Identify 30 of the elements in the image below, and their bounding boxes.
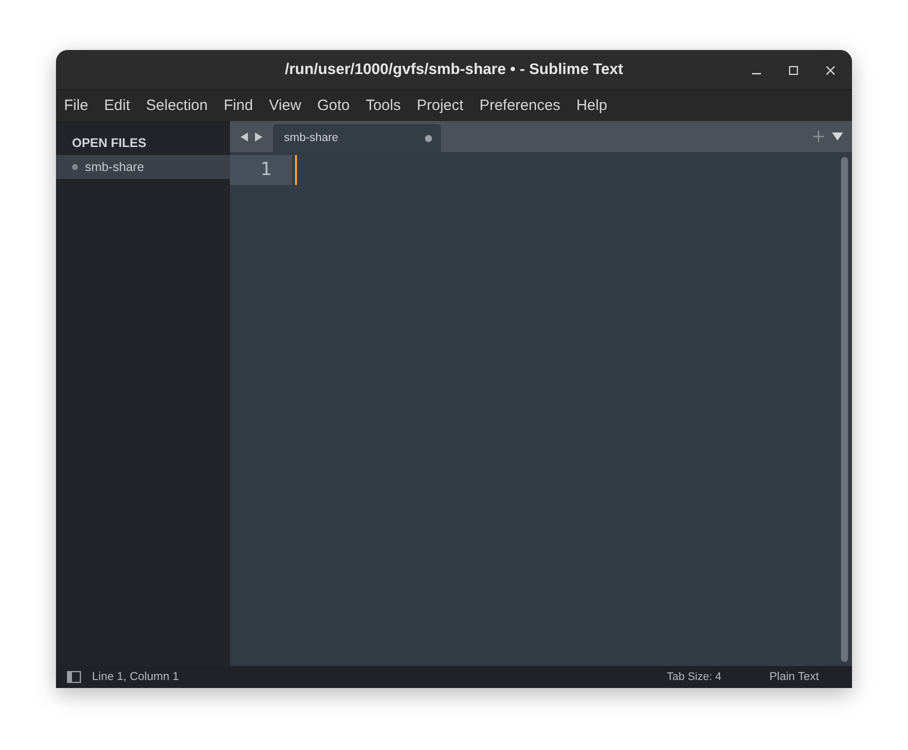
menu-item[interactable]: Help [572, 94, 612, 117]
plus-icon[interactable] [813, 131, 824, 142]
syntax-button[interactable]: Plain Text [769, 671, 819, 683]
right-triangle-icon[interactable] [254, 132, 263, 142]
sidebar-heading: OPEN FILES [71, 135, 148, 152]
menu-item[interactable]: Preferences [475, 94, 564, 117]
sidebar-item[interactable]: smb-share [56, 155, 230, 179]
text-caret [295, 155, 297, 185]
window-title: /run/user/1000/gvfs/smb-share • - Sublime Text [284, 60, 624, 78]
menu-item[interactable]: Tools [362, 94, 405, 117]
line-number: 1 [230, 155, 292, 185]
modified-dot-icon[interactable] [425, 134, 432, 142]
close-icon [826, 66, 834, 74]
minimize-icon [752, 72, 760, 74]
file-tab[interactable]: smb-share [273, 124, 441, 152]
cursor-position: Line 1, Column 1 [92, 671, 179, 683]
maximize-icon [788, 66, 798, 74]
menu-item[interactable]: Find [220, 94, 257, 117]
sidebar-toggle-icon[interactable] [67, 671, 81, 683]
menu-item[interactable]: Goto [313, 94, 354, 117]
menu-item[interactable]: Edit [100, 94, 134, 117]
menu-item[interactable]: File [60, 94, 92, 117]
left-triangle-icon[interactable] [240, 132, 249, 142]
down-triangle-icon[interactable] [832, 132, 843, 141]
menu-item[interactable]: Selection [142, 94, 212, 117]
menu-item[interactable]: Project [412, 94, 468, 117]
editor-area[interactable]: 1 [230, 152, 852, 666]
scrollbar-thumb[interactable] [841, 157, 848, 662]
menu-item[interactable]: View [264, 94, 306, 117]
tab-size-button[interactable]: Tab Size: 4 [666, 671, 722, 683]
